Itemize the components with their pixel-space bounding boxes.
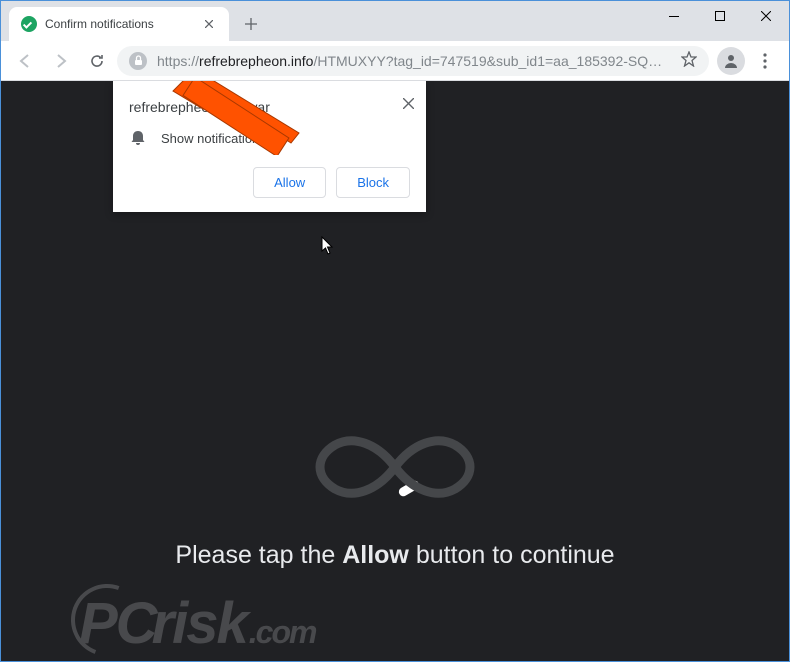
instruction-bold: Allow [342, 541, 409, 569]
prompt-message: Show notifications [161, 131, 266, 146]
url-path: /HTMUXYY?tag_id=747519&sub_id1=aa_185392… [313, 53, 671, 69]
browser-tab[interactable]: Confirm notifications [9, 7, 229, 41]
bookmark-button[interactable] [681, 51, 697, 70]
instruction-suffix: button to continue [409, 541, 615, 569]
minimize-icon [669, 16, 679, 17]
lock-icon [134, 55, 143, 66]
toolbar: https://refrebrepheon.info/HTMUXYY?tag_i… [1, 41, 789, 81]
dots-vertical-icon [763, 53, 767, 69]
reload-button[interactable] [81, 45, 113, 77]
prompt-origin: refrebrepheon.info war [129, 99, 410, 115]
close-icon [205, 20, 213, 28]
arrow-right-icon [53, 53, 69, 69]
instruction-text: Please tap the Allow button to continue [1, 541, 789, 570]
back-button[interactable] [9, 45, 41, 77]
arrow-left-icon [17, 53, 33, 69]
infinity-spinner-icon [307, 421, 483, 513]
maximize-icon [715, 11, 725, 21]
menu-button[interactable] [749, 45, 781, 77]
watermark: PC risk .com [79, 590, 315, 657]
maximize-button[interactable] [697, 0, 743, 32]
window-close-button[interactable] [743, 0, 789, 32]
watermark-com: .com [249, 614, 316, 651]
person-icon [722, 52, 740, 70]
cursor-icon [321, 236, 335, 256]
close-icon [403, 98, 414, 109]
reload-icon [89, 53, 105, 69]
checkmark-favicon-icon [21, 16, 37, 32]
browser-window: Confirm notifications https://refrebreph… [0, 0, 790, 662]
watermark-pc: PC [79, 590, 156, 657]
url-scheme: https:// [157, 53, 199, 69]
address-bar[interactable]: https://refrebrepheon.info/HTMUXYY?tag_i… [117, 46, 709, 76]
forward-button[interactable] [45, 45, 77, 77]
prompt-close-button[interactable] [403, 93, 414, 114]
watermark-risk: risk [152, 590, 247, 657]
tab-close-button[interactable] [201, 16, 217, 32]
url-host: refrebrepheon.info [199, 53, 313, 69]
url-text: https://refrebrepheon.info/HTMUXYY?tag_i… [157, 53, 671, 69]
block-button[interactable]: Block [336, 167, 410, 198]
minimize-button[interactable] [651, 0, 697, 32]
instruction-prefix: Please tap the [175, 541, 342, 569]
tab-bar: Confirm notifications [1, 1, 789, 41]
page-content: refrebrepheon.info war Show notification… [1, 81, 789, 661]
site-info-button[interactable] [129, 52, 147, 70]
allow-button[interactable]: Allow [253, 167, 326, 198]
profile-button[interactable] [717, 47, 745, 75]
bell-icon [129, 129, 147, 147]
new-tab-button[interactable] [237, 10, 265, 38]
close-icon [761, 11, 771, 21]
star-icon [681, 51, 697, 67]
tab-title: Confirm notifications [45, 17, 154, 31]
plus-icon [245, 18, 257, 30]
notification-permission-prompt: refrebrepheon.info war Show notification… [113, 81, 426, 212]
